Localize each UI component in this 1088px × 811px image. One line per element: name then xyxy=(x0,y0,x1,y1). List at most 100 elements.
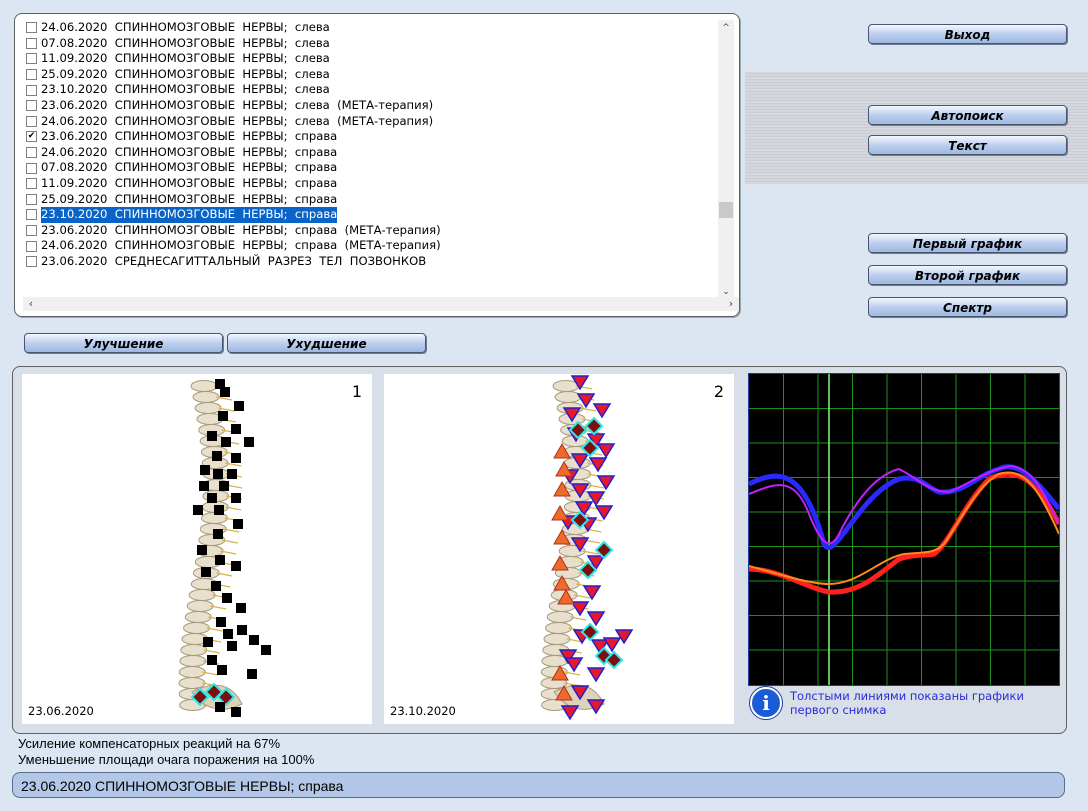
curve-blue-thick xyxy=(747,464,1061,550)
marker-square xyxy=(234,401,244,411)
marker-triangle-down xyxy=(592,403,612,419)
list-item[interactable]: 24.06.2020 СПИННОМОЗГОВЫЕ НЕРВЫ; справа xyxy=(23,145,719,161)
marker-square xyxy=(213,469,223,479)
list-item-label: 24.06.2020 СПИННОМОЗГОВЫЕ НЕРВЫ; слева xyxy=(41,20,330,34)
graph-info: i Толстыми линиями показаны графики перв… xyxy=(748,687,1060,725)
marker-square xyxy=(231,561,241,571)
list-item[interactable]: 24.06.2020 СПИННОМОЗГОВЫЕ НЕРВЫ; слева xyxy=(23,20,719,36)
checkbox[interactable] xyxy=(26,100,37,112)
scroll-right-icon[interactable]: › xyxy=(723,297,739,311)
list-item-label: 24.06.2020 СПИННОМОЗГОВЫЕ НЕРВЫ; справа xyxy=(41,144,338,159)
list-item-label: 24.06.2020 СПИННОМОЗГОВЫЕ НЕРВЫ; справа … xyxy=(41,238,441,253)
scroll-up-icon[interactable]: ^ xyxy=(718,20,734,36)
list-item-label: 07.08.2020 СПИННОМОЗГОВЫЕ НЕРВЫ; слева xyxy=(41,35,330,50)
list-item[interactable]: 11.09.2020 СПИННОМОЗГОВЫЕ НЕРВЫ; справа xyxy=(23,176,719,192)
list-item[interactable]: 23.06.2020 СРЕДНЕСАГИТТАЛЬНЫЙ РАЗРЕЗ ТЕЛ… xyxy=(23,254,719,270)
marker-square xyxy=(213,529,223,539)
checkbox[interactable] xyxy=(26,115,37,127)
scroll-thumb[interactable] xyxy=(719,202,733,218)
marker-square xyxy=(207,493,217,503)
vertical-scrollbar[interactable]: ^ ⌄ xyxy=(718,20,734,300)
marker-triangle-down xyxy=(560,705,580,721)
current-record-bar: 23.06.2020 СПИННОМОЗГОВЫЕ НЕРВЫ; справа xyxy=(12,772,1065,798)
list-item[interactable]: 23.10.2020 СПИННОМОЗГОВЫЕ НЕРВЫ; слева xyxy=(23,82,719,98)
checkbox[interactable] xyxy=(26,84,37,96)
marker-square xyxy=(212,451,222,461)
checkbox[interactable] xyxy=(26,240,37,252)
spectrum-graph[interactable] xyxy=(747,373,1062,686)
checkbox[interactable] xyxy=(26,22,37,34)
marker-square xyxy=(227,641,237,651)
checkbox[interactable] xyxy=(26,225,37,237)
graph-grid xyxy=(749,374,1059,685)
marker-square xyxy=(207,655,217,665)
list-item-label: 23.06.2020 СРЕДНЕСАГИТТАЛЬНЫЙ РАЗРЕЗ ТЕЛ… xyxy=(41,253,427,268)
checkbox[interactable] xyxy=(26,69,37,81)
status-line-lesion-area: Уменьшение площади очага поражения на 10… xyxy=(18,752,315,767)
marker-square xyxy=(214,505,224,515)
list-item[interactable]: 07.08.2020 СПИННОМОЗГОВЫЕ НЕРВЫ; слева xyxy=(23,36,719,52)
images-panel: 1 23.06.2020 2 23.10.2020 i Толстыми лин… xyxy=(12,366,1067,734)
list-item-label: 25.09.2020 СПИННОМОЗГОВЫЕ НЕРВЫ; слева xyxy=(41,66,330,81)
list-item[interactable]: 23.10.2020 СПИННОМОЗГОВЫЕ НЕРВЫ; справа xyxy=(23,206,719,224)
info-icon: i xyxy=(750,687,782,719)
curve-orange-thin xyxy=(748,471,1060,585)
scan-image-1[interactable]: 1 23.06.2020 xyxy=(22,374,372,724)
marker-square xyxy=(249,635,259,645)
marker-square xyxy=(233,519,243,529)
list-item[interactable]: 24.06.2020 СПИННОМОЗГОВЫЕ НЕРВЫ; справа … xyxy=(23,238,719,254)
deterioration-button[interactable]: Ухудшение xyxy=(227,333,426,353)
marker-square xyxy=(218,411,228,421)
marker-square xyxy=(217,665,227,675)
marker-square xyxy=(207,431,217,441)
list-item[interactable]: 11.09.2020 СПИННОМОЗГОВЫЕ НЕРВЫ; слева xyxy=(23,51,719,67)
marker-square xyxy=(216,617,226,627)
list-item-label: 25.09.2020 СПИННОМОЗГОВЫЕ НЕРВЫ; справа xyxy=(41,191,338,206)
image-number: 1 xyxy=(351,382,362,401)
improvement-button[interactable]: Улучшение xyxy=(24,333,223,353)
marker-square xyxy=(261,645,271,655)
list-item[interactable]: ✔ 23.06.2020 СПИННОМОЗГОВЫЕ НЕРВЫ; справа xyxy=(23,129,719,145)
marker-square xyxy=(236,603,246,613)
checkbox[interactable] xyxy=(26,53,37,65)
scan-image-2[interactable]: 2 23.10.2020 xyxy=(384,374,734,724)
text-button[interactable]: Текст xyxy=(868,135,1067,155)
list-item[interactable]: 25.09.2020 СПИННОМОЗГОВЫЕ НЕРВЫ; справа xyxy=(23,192,719,208)
checkbox[interactable] xyxy=(26,209,37,221)
list-item-label: 23.10.2020 СПИННОМОЗГОВЫЕ НЕРВЫ; слева xyxy=(41,82,330,97)
spectrum-button[interactable]: Спектр xyxy=(868,297,1067,317)
list-item[interactable]: 23.06.2020 СПИННОМОЗГОВЫЕ НЕРВЫ; слева (… xyxy=(23,98,719,114)
marker-triangle-down xyxy=(564,657,584,673)
checkbox[interactable] xyxy=(26,147,37,159)
list-item[interactable]: 07.08.2020 СПИННОМОЗГОВЫЕ НЕРВЫ; справа xyxy=(23,160,719,176)
checkbox[interactable] xyxy=(26,256,37,268)
marker-square xyxy=(231,453,241,463)
list-item[interactable]: 25.09.2020 СПИННОМОЗГОВЫЕ НЕРВЫ; слева xyxy=(23,67,719,83)
spine-illustration-2 xyxy=(540,375,634,721)
marker-square xyxy=(193,505,203,515)
checkbox[interactable] xyxy=(26,178,37,190)
autosearch-button[interactable]: Автопоиск xyxy=(868,105,1067,125)
list-item[interactable]: 23.06.2020 СПИННОМОЗГОВЫЕ НЕРВЫ; справа … xyxy=(23,223,719,239)
status-line-compensation: Усиление компенсаторных реакций на 67% xyxy=(18,736,281,751)
marker-square xyxy=(220,387,230,397)
marker-square xyxy=(231,493,241,503)
checkbox[interactable] xyxy=(26,162,37,174)
first-graph-button[interactable]: Первый график xyxy=(868,233,1067,253)
second-graph-button[interactable]: Второй график xyxy=(868,265,1067,285)
records-list[interactable]: 24.06.2020 СПИННОМОЗГОВЫЕ НЕРВЫ; слева 07… xyxy=(23,20,719,300)
horizontal-scrollbar[interactable]: ‹ › xyxy=(23,297,739,311)
checkbox[interactable] xyxy=(26,193,37,205)
marker-square xyxy=(231,707,241,717)
marker-square xyxy=(211,581,221,591)
exit-button[interactable]: Выход xyxy=(868,24,1067,44)
list-item-label: 23.06.2020 СПИННОМОЗГОВЫЕ НЕРВЫ; слева (… xyxy=(41,97,434,112)
list-item[interactable]: 24.06.2020 СПИННОМОЗГОВЫЕ НЕРВЫ; слева (… xyxy=(23,114,719,130)
marker-square xyxy=(222,593,232,603)
checkbox[interactable]: ✔ xyxy=(26,131,37,143)
marker-square xyxy=(215,702,225,712)
checkbox[interactable] xyxy=(26,37,37,49)
records-list-panel: 24.06.2020 СПИННОМОЗГОВЫЕ НЕРВЫ; слева 07… xyxy=(14,13,740,317)
marker-square xyxy=(201,567,211,577)
scroll-left-icon[interactable]: ‹ xyxy=(23,297,39,311)
